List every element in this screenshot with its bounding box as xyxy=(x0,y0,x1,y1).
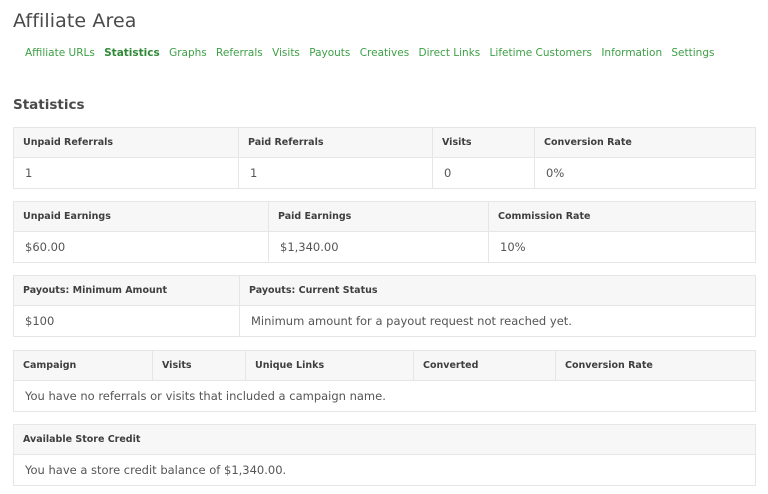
campaign-stats-table: Campaign Visits Unique Links Converted C… xyxy=(13,350,756,412)
table-header-minimum-amount: Payouts: Minimum Amount xyxy=(13,275,240,306)
referrals-stats-table: Unpaid Referrals Paid Referrals Visits C… xyxy=(13,127,756,189)
table-header-campaign: Campaign xyxy=(13,350,153,381)
paid-referrals-value: 1 xyxy=(238,157,433,189)
table-header-converted: Converted xyxy=(413,350,556,381)
payouts-stats-table: Payouts: Minimum Amount Payouts: Current… xyxy=(13,275,756,337)
conversion-rate-value: 0% xyxy=(534,157,756,189)
table-row: $60.00 $1,340.00 10% xyxy=(13,231,756,263)
visits-value: 0 xyxy=(432,157,535,189)
earnings-stats-table: Unpaid Earnings Paid Earnings Commission… xyxy=(13,201,756,263)
paid-earnings-value: $1,340.00 xyxy=(268,231,489,263)
table-header-visits: Visits xyxy=(432,127,535,158)
table-header-visits: Visits xyxy=(152,350,246,381)
affiliate-tabs: Affiliate URLs Statistics Graphs Referra… xyxy=(25,47,724,59)
table-row: You have no referrals or visits that inc… xyxy=(13,380,756,412)
table-header-paid-earnings: Paid Earnings xyxy=(268,201,489,232)
table-header-unique-links: Unique Links xyxy=(245,350,414,381)
tab-payouts[interactable]: Payouts xyxy=(309,47,350,59)
table-header-row: Available Store Credit xyxy=(13,424,756,455)
commission-rate-value: 10% xyxy=(488,231,756,263)
table-header-unpaid-referrals: Unpaid Referrals xyxy=(13,127,239,158)
unpaid-earnings-value: $60.00 xyxy=(13,231,269,263)
tab-statistics[interactable]: Statistics xyxy=(104,47,160,59)
table-header-store-credit: Available Store Credit xyxy=(13,424,756,455)
tab-visits[interactable]: Visits xyxy=(272,47,300,59)
table-header-current-status: Payouts: Current Status xyxy=(239,275,756,306)
payout-status-message: Minimum amount for a payout request not … xyxy=(239,305,756,337)
table-header-unpaid-earnings: Unpaid Earnings xyxy=(13,201,269,232)
table-header-conversion-rate: Conversion Rate xyxy=(534,127,756,158)
tab-affiliate-urls[interactable]: Affiliate URLs xyxy=(25,47,95,59)
tab-settings[interactable]: Settings xyxy=(671,47,714,59)
tab-graphs[interactable]: Graphs xyxy=(169,47,207,59)
table-header-row: Campaign Visits Unique Links Converted C… xyxy=(13,350,756,381)
unpaid-referrals-value: 1 xyxy=(13,157,239,189)
tab-lifetime-customers[interactable]: Lifetime Customers xyxy=(490,47,592,59)
tab-referrals[interactable]: Referrals xyxy=(216,47,263,59)
table-header-paid-referrals: Paid Referrals xyxy=(238,127,433,158)
section-title: Statistics xyxy=(13,97,85,113)
store-credit-table: Available Store Credit You have a store … xyxy=(13,424,756,486)
table-row: 1 1 0 0% xyxy=(13,157,756,189)
page-title: Affiliate Area xyxy=(13,10,137,32)
table-header-row: Payouts: Minimum Amount Payouts: Current… xyxy=(13,275,756,306)
table-header-conversion-rate: Conversion Rate xyxy=(555,350,756,381)
minimum-amount-value: $100 xyxy=(13,305,240,337)
tab-direct-links[interactable]: Direct Links xyxy=(419,47,481,59)
tab-information[interactable]: Information xyxy=(601,47,662,59)
table-header-commission-rate: Commission Rate xyxy=(488,201,756,232)
store-credit-balance-message: You have a store credit balance of $1,34… xyxy=(13,454,756,486)
table-header-row: Unpaid Earnings Paid Earnings Commission… xyxy=(13,201,756,232)
table-row: You have a store credit balance of $1,34… xyxy=(13,454,756,486)
campaign-empty-message: You have no referrals or visits that inc… xyxy=(13,380,756,412)
table-row: $100 Minimum amount for a payout request… xyxy=(13,305,756,337)
tab-creatives[interactable]: Creatives xyxy=(360,47,410,59)
table-header-row: Unpaid Referrals Paid Referrals Visits C… xyxy=(13,127,756,158)
